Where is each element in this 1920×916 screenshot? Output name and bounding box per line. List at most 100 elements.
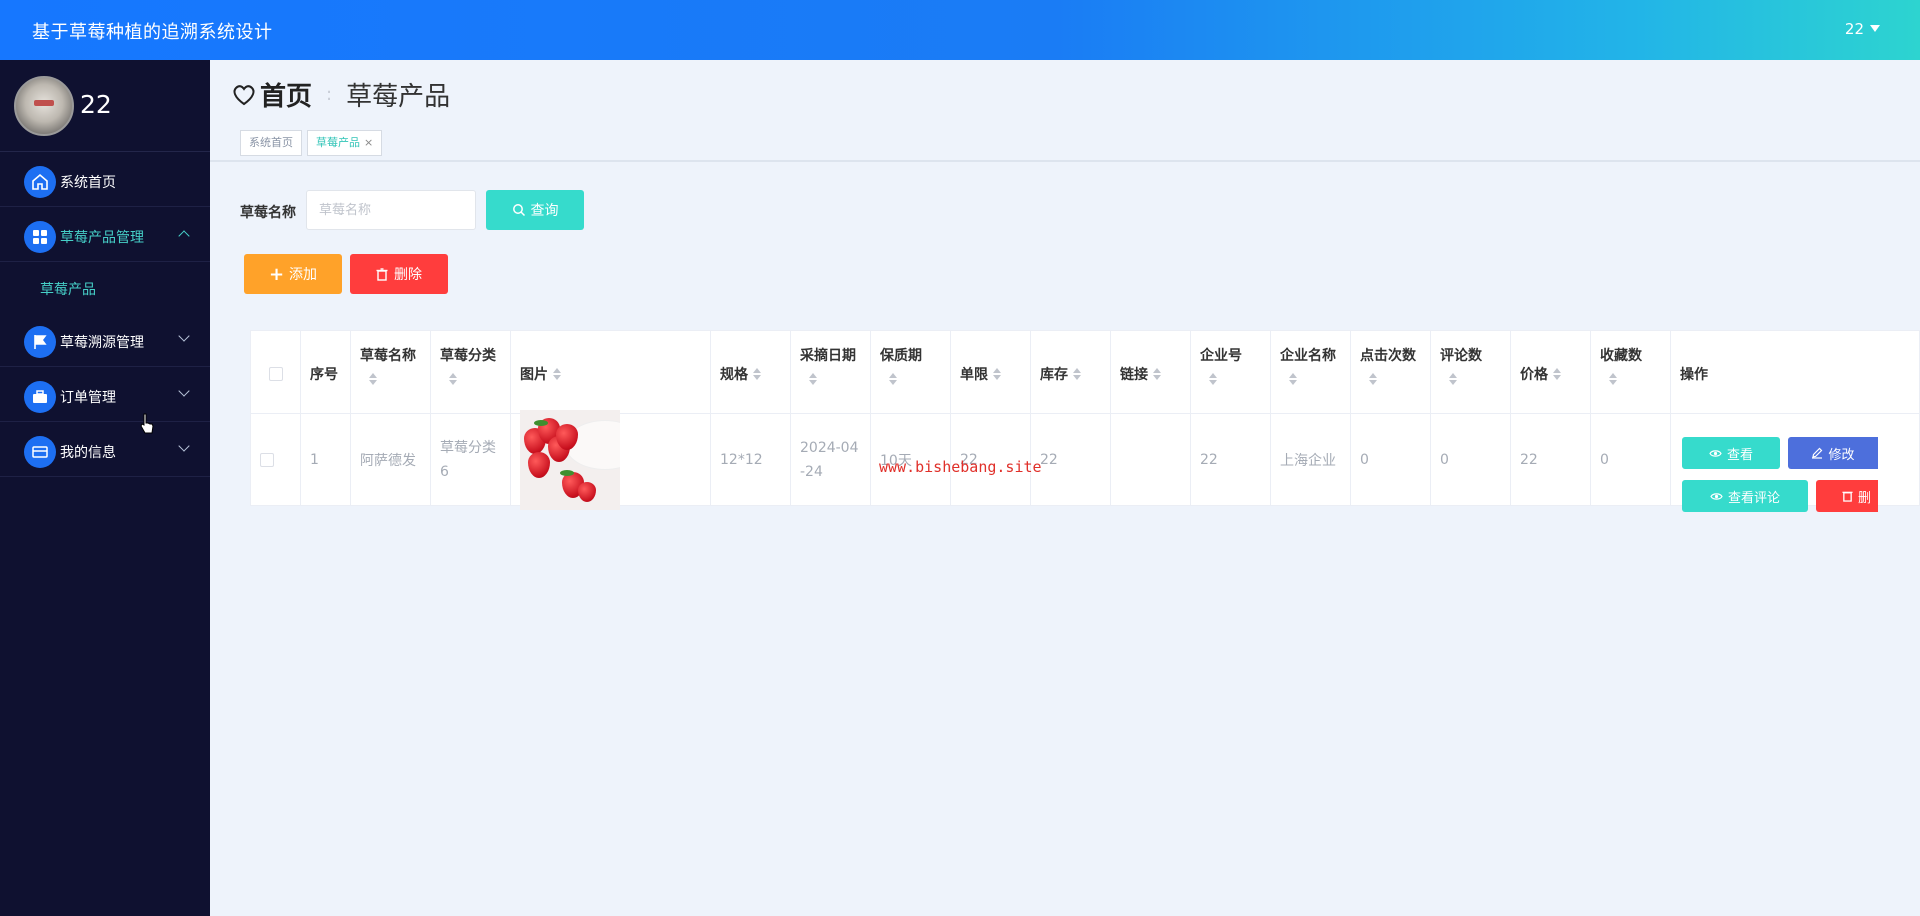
table-cell: 阿萨德发: [351, 414, 431, 505]
sort-icon[interactable]: [369, 373, 377, 385]
sidebar-item-orders[interactable]: 订单管理: [0, 367, 210, 422]
column-header[interactable]: 价格: [1511, 331, 1591, 414]
sort-icon[interactable]: [753, 368, 761, 380]
column-header[interactable]: 规格: [711, 331, 791, 414]
sort-icon[interactable]: [1153, 368, 1161, 380]
grid-icon: [24, 221, 56, 253]
table-cell: 0: [1351, 414, 1431, 505]
sort-icon[interactable]: [1209, 373, 1217, 385]
breadcrumb-separator: :: [326, 84, 333, 105]
column-header-label: 采摘日期: [800, 348, 856, 364]
column-header[interactable]: 点击次数: [1351, 331, 1431, 414]
search-input[interactable]: [306, 190, 476, 230]
close-icon[interactable]: ×: [364, 136, 373, 149]
table-cell: 1: [301, 414, 351, 505]
table-cell: 0: [1591, 414, 1671, 505]
table-cell: 12*12: [711, 414, 791, 505]
sidebar-item-label: 草莓溯源管理: [60, 335, 144, 351]
sort-icon[interactable]: [1449, 373, 1457, 385]
heart-icon: [233, 84, 255, 105]
column-header[interactable]: 采摘日期: [791, 331, 871, 414]
product-table: 序号 草莓名称 草莓分类 图片 规格 采摘日期 保质期 单限 库存 链接 企业号…: [250, 330, 1920, 510]
watermark: www.bishebang.site: [879, 458, 1042, 476]
sidebar-item-product-management[interactable]: 草莓产品管理: [0, 207, 210, 262]
sort-icon[interactable]: [1289, 373, 1297, 385]
edit-button[interactable]: 修改: [1788, 437, 1878, 469]
sort-icon[interactable]: [993, 368, 1001, 380]
tab-bar: 系统首页 草莓产品 ×: [240, 130, 387, 156]
add-button[interactable]: + 添加: [244, 254, 342, 294]
column-header[interactable]: 单限: [951, 331, 1031, 414]
product-image[interactable]: [520, 409, 620, 510]
column-header[interactable]: 草莓名称: [351, 331, 431, 414]
column-header-label: 单限: [960, 367, 988, 383]
tab-home[interactable]: 系统首页: [240, 130, 302, 156]
user-name[interactable]: 22: [1845, 20, 1864, 38]
avatar: [14, 76, 74, 136]
tab-strawberry-products[interactable]: 草莓产品 ×: [307, 130, 383, 156]
mouse-pointer-icon: [140, 413, 154, 434]
column-header[interactable]: 草莓分类: [431, 331, 511, 414]
column-header-label: 价格: [1520, 367, 1548, 383]
delete-button[interactable]: 删除: [350, 254, 448, 294]
sort-icon[interactable]: [1553, 368, 1561, 380]
main-content: 首页 : 草莓产品 系统首页 草莓产品 × 草莓名称 查询 + 添加 删除 序号 …: [210, 60, 1920, 916]
sidebar-item-label: 草莓产品管理: [60, 230, 144, 246]
profile: 22: [0, 60, 210, 152]
tab-label: 草莓产品: [316, 136, 360, 149]
breadcrumb-home[interactable]: 首页: [260, 76, 312, 113]
caret-down-icon[interactable]: [1870, 25, 1880, 32]
column-header[interactable]: 企业名称: [1271, 331, 1351, 414]
column-header[interactable]: 企业号: [1191, 331, 1271, 414]
profile-name: 22: [80, 90, 112, 119]
column-header[interactable]: 图片: [511, 331, 711, 414]
trash-icon: [376, 267, 388, 281]
view-comments-button[interactable]: 查看评论: [1682, 480, 1808, 512]
edit-icon: [1812, 447, 1823, 459]
column-header[interactable]: 收藏数: [1591, 331, 1671, 414]
top-header: 基于草莓种植的追溯系统设计 22: [0, 0, 1920, 60]
column-header[interactable]: 评论数: [1431, 331, 1511, 414]
column-header-label: 链接: [1120, 367, 1148, 383]
row-delete-button[interactable]: 删: [1816, 480, 1878, 512]
sidebar-subitem-strawberry-products[interactable]: 草莓产品: [0, 262, 210, 312]
column-header-label: 图片: [520, 367, 548, 383]
sort-icon[interactable]: [553, 368, 561, 380]
row-checkbox[interactable]: [260, 452, 274, 467]
column-header: 操作: [1671, 331, 1919, 414]
column-header[interactable]: 链接: [1111, 331, 1191, 414]
view-button[interactable]: 查看: [1682, 437, 1780, 469]
sidebar-item-label: 我的信息: [60, 445, 116, 461]
column-header-label: 规格: [720, 367, 748, 383]
column-header-label: 草莓分类: [440, 348, 496, 364]
sidebar-item-home[interactable]: 系统首页: [0, 152, 210, 207]
column-header-label: 库存: [1040, 367, 1068, 383]
column-header-label: 序号: [310, 367, 338, 383]
query-button[interactable]: 查询: [486, 190, 584, 230]
sidebar-item-label: 系统首页: [60, 175, 116, 191]
sort-icon[interactable]: [809, 373, 817, 385]
card-icon: [24, 436, 56, 468]
sort-icon[interactable]: [1609, 373, 1617, 385]
briefcase-icon: [24, 381, 56, 413]
column-header-label: 收藏数: [1600, 348, 1642, 364]
column-header: 序号: [301, 331, 351, 414]
table-cell: 上海企业: [1271, 414, 1351, 505]
sidebar-item-traceability[interactable]: 草莓溯源管理: [0, 312, 210, 367]
sidebar-item-my-info[interactable]: 我的信息: [0, 422, 210, 477]
sort-icon[interactable]: [1073, 368, 1081, 380]
column-header[interactable]: 库存: [1031, 331, 1111, 414]
sort-icon[interactable]: [889, 373, 897, 385]
chevron-down-icon: [178, 385, 190, 397]
user-menu[interactable]: 22: [1845, 20, 1880, 38]
breadcrumb: 首页 : 草莓产品: [232, 76, 450, 113]
select-all-checkbox[interactable]: [269, 367, 283, 381]
sidebar: 22 系统首页 草莓产品管理 草莓产品 草莓溯源管理 订单管理 我的信息: [0, 60, 210, 916]
column-header[interactable]: 保质期: [871, 331, 951, 414]
add-button-label: 添加: [289, 267, 318, 283]
sort-icon[interactable]: [449, 373, 457, 385]
eye-icon: [1709, 449, 1722, 457]
delete-button-label: 删除: [394, 267, 422, 283]
sort-icon[interactable]: [1369, 373, 1377, 385]
home-icon: [24, 166, 56, 198]
